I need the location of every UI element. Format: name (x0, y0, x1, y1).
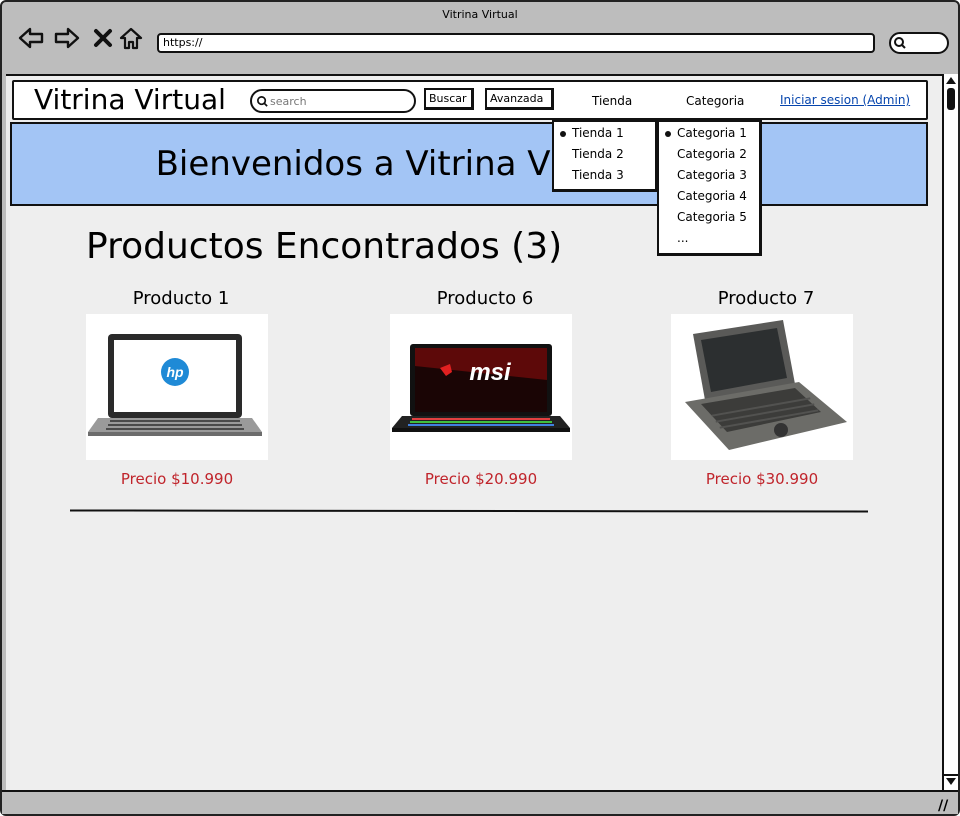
search-icon (894, 37, 906, 49)
tienda-option[interactable]: Tienda 2 (572, 147, 624, 161)
login-link[interactable]: Iniciar sesion (Admin) (780, 93, 910, 107)
scroll-up-icon[interactable] (946, 77, 956, 84)
buscar-button[interactable]: Buscar (424, 88, 474, 110)
browser-window: Vitrina Virtual https:// Vitrina Virtual… (0, 0, 960, 816)
scrollbar-divider (944, 774, 958, 776)
categoria-option[interactable]: Categoria 1 (677, 126, 747, 140)
browser-search-box[interactable] (889, 32, 949, 54)
back-arrow-icon[interactable] (18, 26, 44, 50)
product-name[interactable]: Producto 6 (390, 288, 580, 309)
search-icon (257, 96, 268, 107)
scroll-thumb[interactable] (947, 88, 955, 110)
product-name[interactable]: Producto 7 (671, 288, 861, 309)
scroll-down-icon[interactable] (946, 778, 956, 785)
tienda-option[interactable]: Tienda 1 (572, 126, 624, 140)
product-price: Precio $20.990 (424, 470, 538, 488)
categoria-option[interactable]: Categoria 4 (677, 189, 747, 203)
selected-bullet-icon (560, 131, 566, 137)
vertical-scrollbar[interactable] (942, 74, 958, 790)
forward-arrow-icon[interactable] (54, 26, 80, 50)
selected-bullet-icon (665, 131, 671, 137)
avanzada-button[interactable]: Avanzada (485, 88, 554, 110)
hp-logo-text: hp (166, 364, 184, 380)
categoria-option[interactable]: Categoria 5 (677, 210, 747, 224)
site-logo[interactable]: Vitrina Virtual (34, 83, 226, 116)
categoria-option[interactable]: Categoria 3 (677, 168, 747, 182)
product-price: Precio $30.990 (705, 470, 819, 488)
url-text: https:// (163, 36, 203, 49)
product-price: Precio $10.990 (120, 470, 234, 488)
tienda-dropdown: Tienda 1 Tienda 2 Tienda 3 (552, 120, 658, 192)
msi-logo-text: msi (469, 359, 512, 386)
results-divider (69, 509, 869, 513)
site-header: Vitrina Virtual Buscar Avanzada Tienda C… (12, 80, 928, 120)
url-bar[interactable]: https:// (157, 33, 875, 53)
vintage-laptop-image[interactable] (671, 314, 853, 460)
results-title: Productos Encontrados (3) (86, 226, 563, 267)
hp-laptop-image[interactable]: hp (86, 314, 268, 460)
categoria-dropdown: Categoria 1 Categoria 2 Categoria 3 Cate… (657, 120, 762, 256)
product-name[interactable]: Producto 1 (86, 288, 276, 309)
msi-laptop-image[interactable]: msi (390, 314, 572, 460)
site-search-box[interactable] (250, 89, 416, 113)
home-icon[interactable] (118, 26, 144, 50)
site-search-input[interactable] (270, 93, 410, 109)
nav-categoria[interactable]: Categoria (686, 94, 744, 108)
welcome-banner: Bienvenidos a Vitrina Virtual (10, 122, 928, 206)
tienda-option[interactable]: Tienda 3 (572, 168, 624, 182)
resize-grip-icon[interactable]: // (938, 798, 948, 814)
stop-x-icon[interactable] (90, 26, 116, 50)
status-bar (2, 790, 958, 814)
window-title: Vitrina Virtual (442, 8, 518, 21)
page-viewport: Vitrina Virtual Buscar Avanzada Tienda C… (6, 74, 942, 790)
categoria-option[interactable]: ... (677, 231, 688, 245)
nav-tienda[interactable]: Tienda (592, 94, 632, 108)
categoria-option[interactable]: Categoria 2 (677, 147, 747, 161)
